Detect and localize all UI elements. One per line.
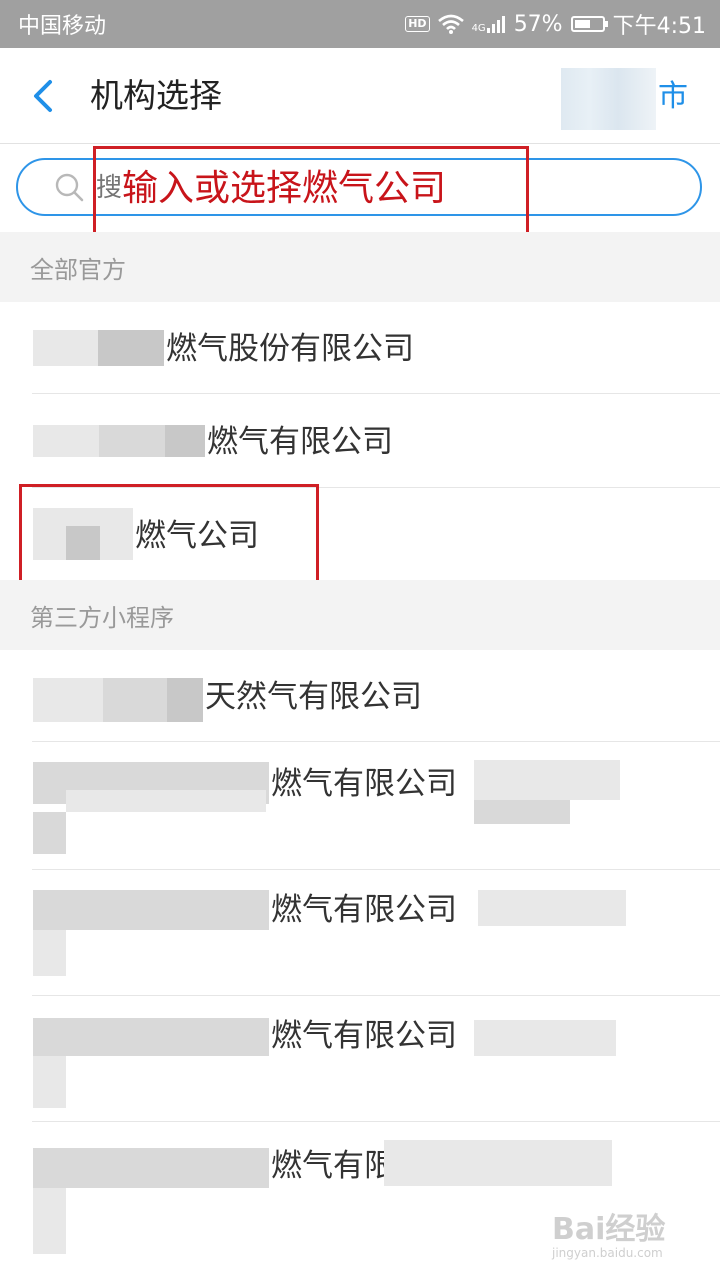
list-item[interactable]: 燃气有限公司 [0,394,720,488]
blurred-text [98,330,164,366]
list-item[interactable]: 天然气有限公司 [0,650,720,742]
list-item[interactable]: 燃气股份有限公司 [0,302,720,394]
watermark-url: jingyan.baidu.com [552,1246,663,1260]
annotation-box-selected [19,484,319,586]
blurred-text [33,890,269,930]
company-name: 天然气有限公司 [205,679,422,715]
battery-icon [570,16,608,32]
city-name-blurred [561,68,656,130]
chevron-left-icon [34,80,52,112]
blurred-text [66,790,266,812]
company-name: 燃气有限公司 [207,424,393,460]
watermark-brand: Bai经验 [552,1212,666,1247]
blurred-text [474,800,570,824]
battery-percent: 57% [513,11,563,37]
blurred-text [33,1018,269,1056]
clock: 下午4:51 [612,14,706,39]
carrier-name: 中国移动 [18,14,107,39]
blurred-text [33,678,103,722]
network-type: 4G [471,23,486,34]
blurred-text [33,1148,269,1188]
blurred-text [33,330,98,366]
blurred-text [384,1140,612,1186]
blurred-text [474,760,620,800]
status-icons: HD 4G 57% 下午4:51 [405,8,706,40]
search-icon [55,173,84,202]
back-button[interactable] [24,74,64,118]
blurred-text [103,678,167,722]
hd-icon: HD [405,16,430,32]
app-header: 机构选择 市 [0,48,720,144]
blurred-text [33,425,99,457]
baidu-jingyan-watermark: Bai经验 jingyan.baidu.com [552,1204,665,1260]
company-name: 燃气有限 [271,1148,395,1184]
section-header-third-party: 第三方小程序 [0,580,720,650]
page-title: 机构选择 [90,76,222,115]
list-item[interactable]: 燃气有限公司 [0,870,720,996]
blurred-text [33,1056,66,1108]
blurred-text [478,890,626,926]
blurred-text [99,425,165,457]
blurred-text [474,1020,616,1056]
blurred-text [33,930,66,976]
list-item[interactable]: 燃气有限公司 [0,996,720,1122]
blurred-text [33,812,66,854]
annotation-text: 输入或选择燃气公司 [122,166,447,212]
company-name: 燃气股份有限公司 [166,331,414,367]
wifi-icon [437,14,464,34]
status-bar: 中国移动 HD 4G 57% 下午4:51 [0,0,720,48]
blurred-text [165,425,205,457]
list-item[interactable]: 燃气有限公司 [0,742,720,870]
company-name: 燃气有限公司 [271,892,457,928]
city-selector[interactable]: 市 [658,76,688,118]
section-header-official: 全部官方 [0,232,720,302]
blurred-text [167,678,203,722]
company-name: 燃气有限公司 [271,1018,457,1054]
blurred-text [33,1188,66,1254]
company-name: 燃气有限公司 [271,766,457,802]
cell-signal-icon: 4G [472,14,506,34]
